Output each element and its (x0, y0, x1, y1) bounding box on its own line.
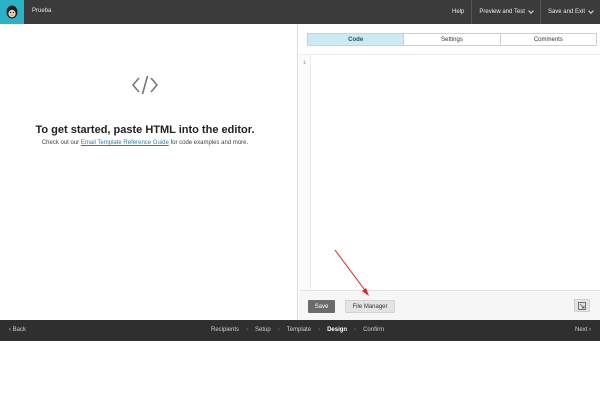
file-manager-button[interactable]: File Manager (345, 300, 395, 313)
top-actions: Help Preview and Test Save and Exit (445, 0, 600, 24)
empty-state-headline: To get started, paste HTML into the edit… (35, 124, 255, 136)
html-code-editor[interactable]: 1 (299, 54, 600, 291)
reference-guide-link[interactable]: Email Template Reference Guide (81, 140, 169, 146)
editor-footer: Save File Manager (299, 290, 600, 320)
campaign-name: Prueba (32, 8, 52, 14)
chevron-right-icon: › (277, 327, 280, 333)
save-button[interactable]: Save (308, 300, 335, 313)
back-button[interactable]: ‹ Back (9, 327, 26, 333)
editor-pane: Code Settings Comments 1 Save File Manag… (299, 24, 600, 320)
mailchimp-logo[interactable] (0, 0, 24, 24)
chimp-icon (6, 5, 18, 19)
chevron-down-icon (588, 7, 594, 14)
tab-code[interactable]: Code (308, 34, 404, 45)
next-button[interactable]: Next › (575, 327, 591, 333)
subtext-before: Check out our (41, 140, 81, 146)
chevron-right-icon: › (318, 327, 321, 333)
step-confirm[interactable]: Confirm (363, 327, 384, 333)
chevron-down-icon (528, 7, 534, 14)
tab-settings[interactable]: Settings (403, 34, 500, 45)
help-link[interactable]: Help (445, 0, 471, 24)
next-label: Next (574, 327, 588, 333)
chevron-right-icon: › (246, 327, 249, 333)
app-root: Prueba Help Preview and Test Save and Ex… (0, 0, 600, 400)
expand-button[interactable] (574, 299, 590, 312)
subtext-after: for code examples and more. (168, 140, 249, 146)
chevron-right-icon: › (354, 327, 357, 333)
back-label: Back (12, 327, 27, 333)
preview-pane: To get started, paste HTML into the edit… (0, 24, 298, 320)
expand-icon (578, 301, 586, 310)
line-number: 1 (303, 60, 307, 66)
tab-comments[interactable]: Comments (499, 34, 596, 45)
step-recipients[interactable]: Recipients (211, 327, 239, 333)
help-label: Help (452, 9, 465, 15)
progress-steps: Recipients › Setup › Template › Design ›… (211, 327, 384, 333)
step-template[interactable]: Template (287, 327, 311, 333)
line-gutter: 1 (299, 55, 311, 291)
chevron-right-icon: › (589, 327, 591, 333)
save-and-exit-menu[interactable]: Save and Exit (539, 0, 600, 24)
step-setup[interactable]: Setup (255, 327, 271, 333)
empty-state-subtext: Check out our Email Template Reference G… (0, 140, 290, 146)
code-brackets-icon (131, 75, 159, 95)
bottom-nav-bar: ‹ Back Recipients › Setup › Template › D… (0, 320, 600, 341)
preview-and-test-menu[interactable]: Preview and Test (471, 0, 540, 24)
editor-tabs: Code Settings Comments (307, 33, 597, 46)
chevron-left-icon: ‹ (9, 327, 11, 333)
preview-and-test-label: Preview and Test (479, 9, 525, 15)
top-bar: Prueba Help Preview and Test Save and Ex… (0, 0, 600, 24)
save-and-exit-label: Save and Exit (547, 9, 585, 15)
step-design[interactable]: Design (327, 327, 347, 333)
